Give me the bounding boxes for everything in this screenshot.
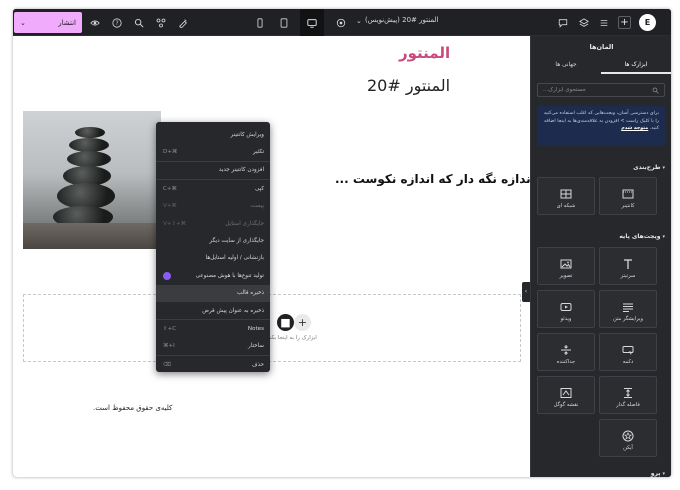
section-basic-header[interactable]: ▾ویجت‌های پایه xyxy=(537,233,665,240)
text-editor-icon xyxy=(600,298,656,312)
device-mobile-icon[interactable] xyxy=(254,17,266,29)
ctx-add-new-container[interactable]: افزودن کانتینر جدید xyxy=(156,162,270,179)
drop-zone-hint: ابزارک را به اینجا بکشید xyxy=(262,335,317,341)
panel-title: المان‌ها xyxy=(589,43,614,51)
shortcut-label: ⌘+I xyxy=(163,343,175,350)
notes-chat-icon[interactable] xyxy=(557,17,569,29)
heading-icon xyxy=(600,255,656,269)
ctx-structure[interactable]: ساختار ⌘+I xyxy=(156,338,270,355)
widget-google-map[interactable]: نقشه گوگل xyxy=(537,376,595,414)
stone-stack-image[interactable] xyxy=(23,111,161,249)
shortcut-label: ⇧+C xyxy=(163,325,177,332)
tab-widgets[interactable]: ابزارک ها xyxy=(601,58,671,74)
empty-container-drop-zone[interactable]: ■ + ابزارک را به اینجا بکشید xyxy=(23,294,521,362)
top-bar: ⌄ انتشار ? ⌄ المنتور # xyxy=(13,9,671,36)
widget-spacer[interactable]: فاصله گذار xyxy=(599,376,657,414)
publish-label: انتشار xyxy=(58,18,76,27)
ai-sparkle-icon xyxy=(163,271,171,280)
editor-window: ⌄ انتشار ? ⌄ المنتور # xyxy=(13,9,671,477)
help-icon[interactable]: ? xyxy=(111,17,123,29)
search-icon xyxy=(652,87,659,94)
device-tablet-icon[interactable] xyxy=(278,17,290,29)
widgets-panel: المان‌ها ابزارک ها جهانی ها جستجوی ابزار… xyxy=(530,36,671,477)
layers-icon[interactable] xyxy=(578,17,590,29)
ctx-edit-container[interactable]: ویرایش کانتینر xyxy=(156,126,270,143)
widget-image[interactable]: تصویر xyxy=(537,247,595,285)
device-desktop-icon[interactable] xyxy=(306,17,318,29)
ctx-paste: پیست V+⌘ xyxy=(163,203,264,210)
caret-down-icon: ▾ xyxy=(662,165,665,171)
ctx-notes[interactable]: Notes ⇧+C xyxy=(156,320,270,337)
section-pro-header[interactable]: ▾پرو xyxy=(537,470,665,477)
ctx-copy[interactable]: کپی C+⌘ xyxy=(156,180,270,197)
publish-button[interactable]: ⌄ انتشار xyxy=(14,12,82,33)
ctx-delete[interactable]: حذف ⌫ xyxy=(156,356,270,373)
ctx-reset-style[interactable]: بازنشانی / اولیه استایل‌ها xyxy=(156,250,270,267)
widget-heading[interactable]: سرتیتر xyxy=(599,247,657,285)
site-settings-icon[interactable] xyxy=(155,17,167,29)
widget-text-editor[interactable]: ویرایشگر متن xyxy=(599,290,657,328)
heading-main[interactable]: المنتور #20 xyxy=(367,76,450,95)
google-map-icon xyxy=(538,384,594,398)
ctx-paste-style: جایگذاری استایل V+⇧+⌘ xyxy=(163,220,264,227)
ctx-duplicate[interactable]: تکثیر D+⌘ xyxy=(156,143,270,160)
svg-text:?: ? xyxy=(115,21,118,27)
subheading-text[interactable]: اندازه نگه دار که اندازه نکوست ... xyxy=(335,172,535,186)
widget-search-input[interactable]: جستجوی ابزارک... xyxy=(537,83,665,97)
structure-sliders-icon[interactable] xyxy=(598,17,610,29)
shortcut-label: V+⌘ xyxy=(163,203,177,210)
doc-chevron-down-icon[interactable]: ⌄ xyxy=(356,17,362,25)
panel-tabs: ابزارک ها جهانی ها xyxy=(531,58,671,74)
widget-button[interactable]: دکمه xyxy=(599,333,657,371)
tab-globals[interactable]: جهانی ها xyxy=(531,58,601,74)
widget-icon[interactable]: آیکن xyxy=(599,419,657,457)
add-widget-plus-icon[interactable]: + xyxy=(294,314,311,331)
preview-eye-icon[interactable] xyxy=(89,17,101,29)
ctx-save-as-default[interactable]: ذخیره به عنوان پیش قرض xyxy=(156,302,270,319)
ctx-paste-from-other-site[interactable]: جایگذاری از سایت دیگر xyxy=(156,232,270,249)
ctx-ai-variations[interactable]: تولید تنوع‌ها با هوش مصنوعی xyxy=(156,267,270,284)
video-icon xyxy=(538,298,594,312)
caret-down-icon: ▾ xyxy=(662,234,665,240)
document-title[interactable]: المنتور #20 (پیش‌نویس) xyxy=(365,16,438,24)
star-icon xyxy=(600,427,656,442)
caret-down-icon: ▾ xyxy=(662,471,665,477)
shortcut-label: C+⌘ xyxy=(163,185,177,192)
customize-brush-icon[interactable] xyxy=(177,17,189,29)
shortcut-label: D+⌘ xyxy=(163,149,178,156)
widget-grid[interactable]: شبکه ای xyxy=(537,177,595,215)
ctx-save-template[interactable]: ذخیره قالب xyxy=(156,284,270,302)
widget-divider[interactable]: جداکننده xyxy=(537,333,595,371)
search-placeholder: جستجوی ابزارک... xyxy=(543,87,586,93)
shortcut-label: ⌫ xyxy=(163,361,171,368)
widget-container[interactable]: کانتینر xyxy=(599,177,657,215)
publish-chevron-icon[interactable]: ⌄ xyxy=(20,19,26,27)
context-menu: ویرایش کانتینر تکثیر D+⌘ افزودن کانتینر ج… xyxy=(156,122,270,372)
widget-video[interactable]: ویدئو xyxy=(537,290,595,328)
container-icon xyxy=(600,185,656,199)
page-settings-icon[interactable] xyxy=(335,17,347,29)
search-icon[interactable] xyxy=(133,17,145,29)
image-icon xyxy=(538,255,594,269)
spacer-icon xyxy=(600,384,656,398)
add-section-plus-icon[interactable]: ■ xyxy=(277,314,294,331)
elementor-logo[interactable]: E xyxy=(639,14,656,31)
promo-link[interactable]: متوجه شدم xyxy=(621,126,648,131)
favorites-promo: برای دسترسی آسان، ویجت‌هایی که اغلب استف… xyxy=(537,106,665,146)
heading-pink[interactable]: المنتور xyxy=(399,44,450,62)
section-layout-header[interactable]: ▾طرح‌بندی xyxy=(537,164,665,171)
add-element-button[interactable]: + xyxy=(618,16,631,29)
panel-collapse-toggle[interactable]: ‹ xyxy=(522,282,530,302)
shortcut-label: V+⇧+⌘ xyxy=(163,220,187,227)
button-icon xyxy=(600,341,656,355)
editor-canvas: المنتور المنتور #20 اندازه نگه دار که ان… xyxy=(13,36,535,477)
footer-copyright[interactable]: کلیه‌ی حقوق محفوظ است. xyxy=(93,404,172,412)
grid-icon xyxy=(538,185,594,199)
divider-icon xyxy=(538,341,594,355)
